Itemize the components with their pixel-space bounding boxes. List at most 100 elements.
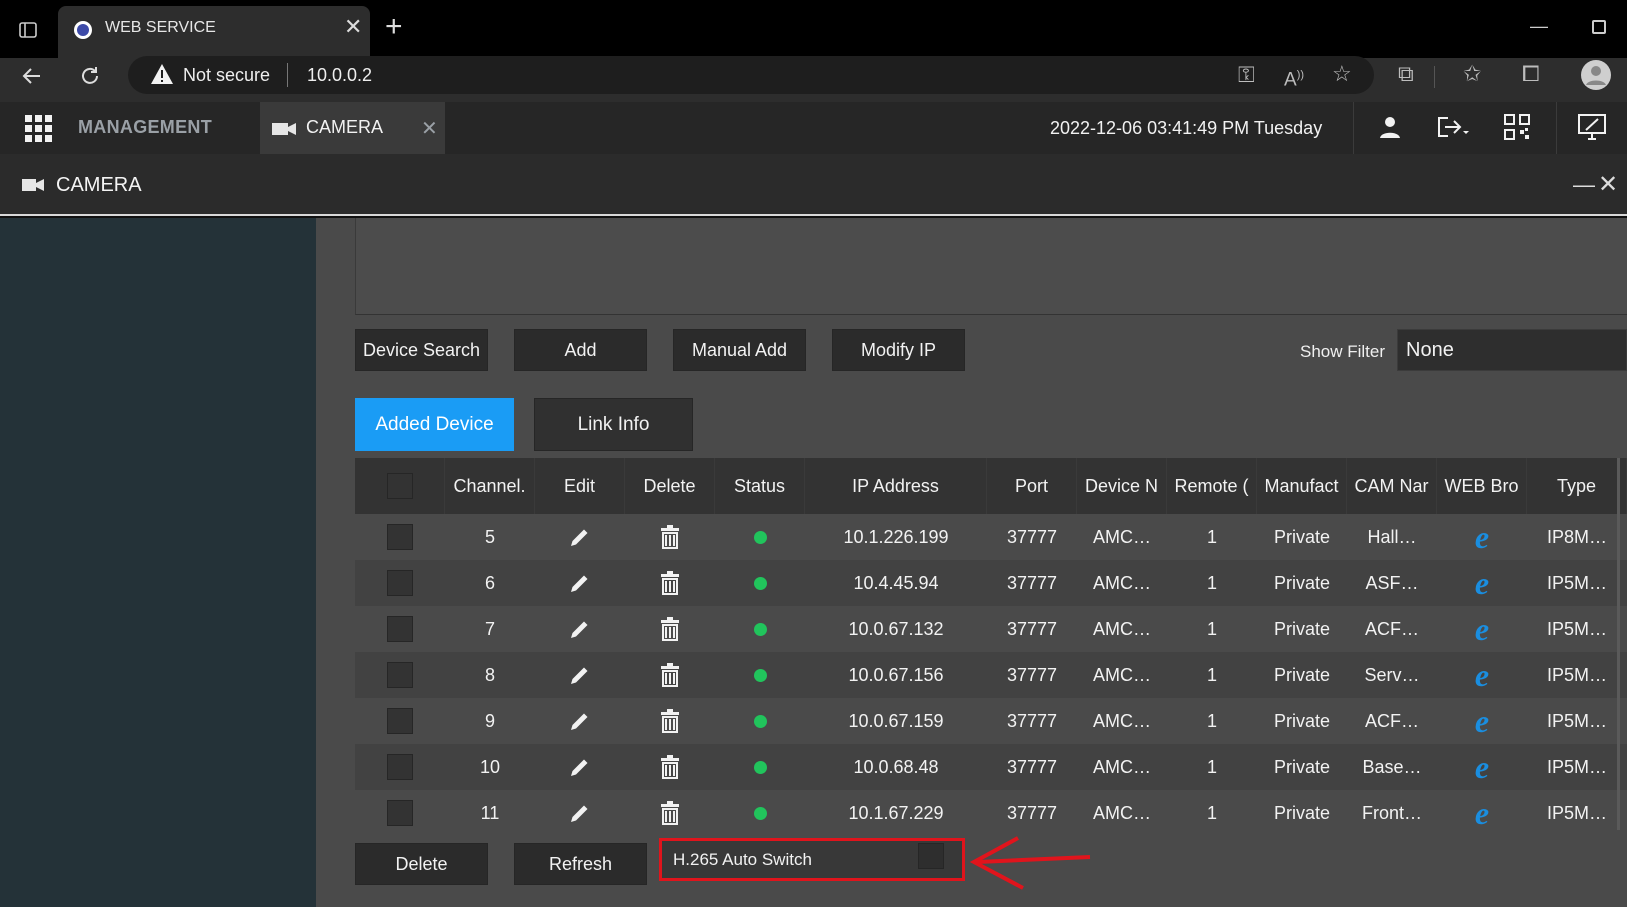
device-cell: AMC… — [1093, 802, 1151, 823]
select-all-checkbox[interactable] — [386, 473, 413, 499]
close-tab-icon[interactable]: ✕ — [344, 16, 362, 38]
restore-window-icon[interactable] — [1592, 20, 1606, 34]
edit-icon[interactable] — [568, 571, 592, 595]
user-icon[interactable] — [1378, 115, 1402, 139]
row-checkbox[interactable] — [387, 616, 413, 642]
remote-cell: 1 — [1206, 664, 1217, 685]
camera-icon — [272, 123, 296, 135]
row-checkbox[interactable] — [387, 570, 413, 596]
grid-menu-icon[interactable] — [25, 115, 53, 143]
security-status[interactable]: Not secure — [183, 65, 270, 86]
extensions-icon[interactable]: ⧉ — [1398, 63, 1414, 85]
delete-icon[interactable] — [660, 801, 680, 825]
minimize-window-icon[interactable]: — — [1530, 16, 1548, 37]
column-header-edit[interactable]: Edit — [535, 458, 625, 514]
delete-icon[interactable] — [660, 571, 680, 595]
reload-icon[interactable] — [78, 64, 102, 88]
column-header-remote[interactable]: Remote ( — [1167, 458, 1257, 514]
warning-icon[interactable] — [150, 63, 174, 85]
web-browser-icon[interactable]: e — [1475, 659, 1489, 691]
delete-icon[interactable] — [660, 617, 680, 641]
new-tab-icon[interactable]: + — [385, 12, 403, 42]
web-browser-icon[interactable]: e — [1475, 521, 1489, 553]
modify-ip-button[interactable]: Modify IP — [832, 329, 965, 371]
table-row[interactable]: 10 10.0.68.48 37777 AMC… 1 Private Base…… — [355, 744, 1627, 790]
add-button[interactable]: Add — [514, 329, 647, 371]
refresh-button[interactable]: Refresh — [514, 843, 647, 885]
delete-icon[interactable] — [660, 525, 680, 549]
back-icon[interactable] — [20, 64, 44, 88]
table-row[interactable]: 7 10.0.67.132 37777 AMC… 1 Private ACF… … — [355, 606, 1627, 652]
column-header-channel[interactable]: Channel. — [445, 458, 535, 514]
delete-button[interactable]: Delete — [355, 843, 488, 885]
row-checkbox[interactable] — [387, 524, 413, 550]
web-browser-icon[interactable]: e — [1475, 567, 1489, 599]
row-checkbox[interactable] — [387, 708, 413, 734]
favorites-icon[interactable]: ✩ — [1463, 63, 1481, 85]
collections-icon[interactable]: ⧠ — [1522, 63, 1540, 85]
table-row[interactable]: 8 10.0.67.156 37777 AMC… 1 Private Serv…… — [355, 652, 1627, 698]
edit-icon[interactable] — [568, 709, 592, 733]
row-checkbox[interactable] — [387, 754, 413, 780]
favorite-add-icon[interactable]: ☆ — [1332, 63, 1352, 85]
device-cell: AMC… — [1093, 664, 1151, 685]
column-header-ip[interactable]: IP Address — [805, 458, 987, 514]
table-scrollbar[interactable] — [1617, 458, 1620, 830]
logout-icon[interactable] — [1436, 115, 1470, 139]
ip-cell: 10.0.68.48 — [853, 756, 939, 777]
port-cell: 37777 — [1006, 618, 1058, 639]
close-camera-tab-icon[interactable]: ✕ — [421, 116, 438, 141]
column-header-web[interactable]: WEB Bro — [1437, 458, 1527, 514]
fullscreen-icon[interactable] — [1578, 114, 1606, 140]
minimize-panel-icon[interactable]: — — [1573, 172, 1595, 198]
management-tab[interactable]: MANAGEMENT — [78, 117, 212, 138]
web-browser-icon[interactable]: e — [1475, 705, 1489, 737]
web-browser-icon[interactable]: e — [1475, 797, 1489, 829]
edit-icon[interactable] — [568, 525, 592, 549]
column-header-port[interactable]: Port — [987, 458, 1077, 514]
url-text[interactable]: 10.0.0.2 — [307, 65, 372, 86]
web-browser-icon[interactable]: e — [1475, 613, 1489, 645]
manual-add-button[interactable]: Manual Add — [673, 329, 806, 371]
port-cell: 37777 — [1006, 802, 1058, 823]
show-filter-select[interactable]: None — [1397, 329, 1627, 371]
edit-icon[interactable] — [568, 755, 592, 779]
ip-cell: 10.0.67.132 — [848, 618, 944, 639]
h265-auto-switch-checkbox[interactable] — [918, 843, 944, 869]
delete-icon[interactable] — [660, 755, 680, 779]
web-browser-icon[interactable]: e — [1475, 751, 1489, 783]
read-aloud-icon[interactable]: A)) — [1284, 64, 1304, 91]
close-panel-icon[interactable]: ✕ — [1598, 170, 1618, 199]
type-cell: IP5M… — [1546, 572, 1607, 593]
device-cell: AMC… — [1093, 618, 1151, 639]
remote-cell: 1 — [1206, 618, 1217, 639]
table-row[interactable]: 5 10.1.226.199 37777 AMC… 1 Private Hall… — [355, 514, 1627, 560]
profile-avatar-icon[interactable] — [1580, 59, 1612, 91]
edit-icon[interactable] — [568, 663, 592, 687]
qr-code-icon[interactable] — [1504, 114, 1530, 140]
manufacturer-cell: Private — [1273, 526, 1331, 547]
table-row[interactable]: 6 10.4.45.94 37777 AMC… 1 Private ASF… e… — [355, 560, 1627, 606]
column-header-device[interactable]: Device N — [1077, 458, 1167, 514]
key-icon[interactable]: ⚿ — [1238, 64, 1255, 86]
delete-icon[interactable] — [660, 709, 680, 733]
row-checkbox[interactable] — [387, 662, 413, 688]
tab-actions-icon[interactable] — [18, 20, 38, 40]
tab-added-device[interactable]: Added Device — [355, 398, 514, 451]
device-search-button[interactable]: Device Search — [355, 329, 488, 371]
row-checkbox[interactable] — [387, 800, 413, 826]
table-row[interactable]: 11 10.1.67.229 37777 AMC… 1 Private Fron… — [355, 790, 1627, 830]
remote-cell: 1 — [1206, 572, 1217, 593]
delete-icon[interactable] — [660, 663, 680, 687]
manufacturer-cell: Private — [1273, 572, 1331, 593]
edit-icon[interactable] — [568, 617, 592, 641]
column-header-status[interactable]: Status — [715, 458, 805, 514]
column-header-delete[interactable]: Delete — [625, 458, 715, 514]
tab-link-info[interactable]: Link Info — [534, 398, 693, 451]
type-cell: IP8M… — [1546, 526, 1607, 547]
table-row[interactable]: 9 10.0.67.159 37777 AMC… 1 Private ACF… … — [355, 698, 1627, 744]
column-header-type[interactable]: Type — [1527, 458, 1627, 514]
column-header-cam-name[interactable]: CAM Nar — [1347, 458, 1437, 514]
column-header-manufacturer[interactable]: Manufact — [1257, 458, 1347, 514]
edit-icon[interactable] — [568, 801, 592, 825]
